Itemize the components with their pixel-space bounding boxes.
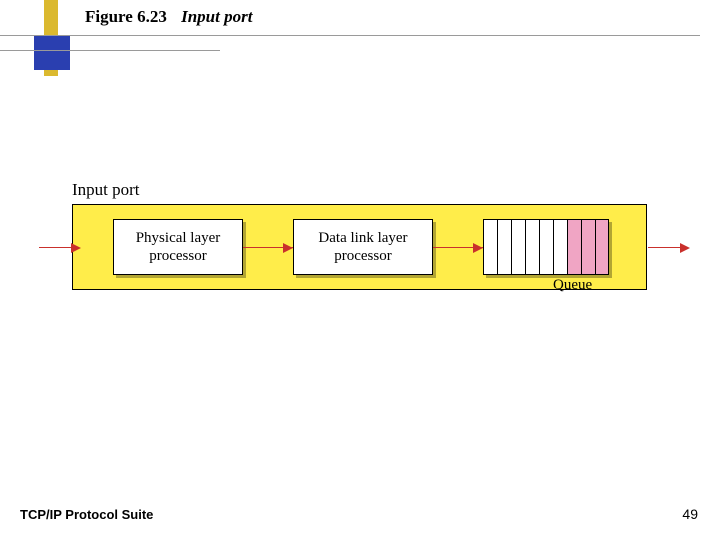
deco-square <box>34 36 70 70</box>
queue-slot <box>483 219 497 275</box>
footer-text: TCP/IP Protocol Suite <box>20 507 153 522</box>
queue-slot <box>567 219 581 275</box>
title-rule-lower <box>0 50 220 51</box>
physical-layer-processor-label: Physical layer processor <box>136 229 221 265</box>
output-line <box>648 247 682 248</box>
arrow-icon <box>680 243 690 253</box>
queue-label: Queue <box>553 277 592 294</box>
queue-slot <box>539 219 553 275</box>
figure-caption: Input port <box>181 7 252 26</box>
queue-slot <box>553 219 567 275</box>
title-rule-upper <box>0 35 700 36</box>
input-line <box>39 247 73 248</box>
arrow-icon <box>473 243 483 253</box>
queue-slot <box>497 219 511 275</box>
data-link-layer-processor-label: Data link layer processor <box>318 229 407 265</box>
physical-layer-processor-box: Physical layer processor <box>113 219 243 275</box>
arrow-icon <box>283 243 293 253</box>
input-port-diagram: Input port Physical layer processor Data… <box>72 180 647 290</box>
diagram-panel: Physical layer processor Data link layer… <box>72 204 647 290</box>
queue-slot <box>595 219 609 275</box>
data-link-layer-processor-box: Data link layer processor <box>293 219 433 275</box>
page-number: 49 <box>682 506 698 522</box>
arrow-icon <box>71 243 81 253</box>
queue-slot <box>581 219 595 275</box>
queue-buffer <box>483 219 609 275</box>
diagram-panel-label: Input port <box>72 180 647 200</box>
queue-slot <box>525 219 539 275</box>
figure-number: Figure 6.23 <box>85 7 167 26</box>
queue-slot <box>511 219 525 275</box>
slide-title: Figure 6.23 Input port <box>85 6 252 28</box>
